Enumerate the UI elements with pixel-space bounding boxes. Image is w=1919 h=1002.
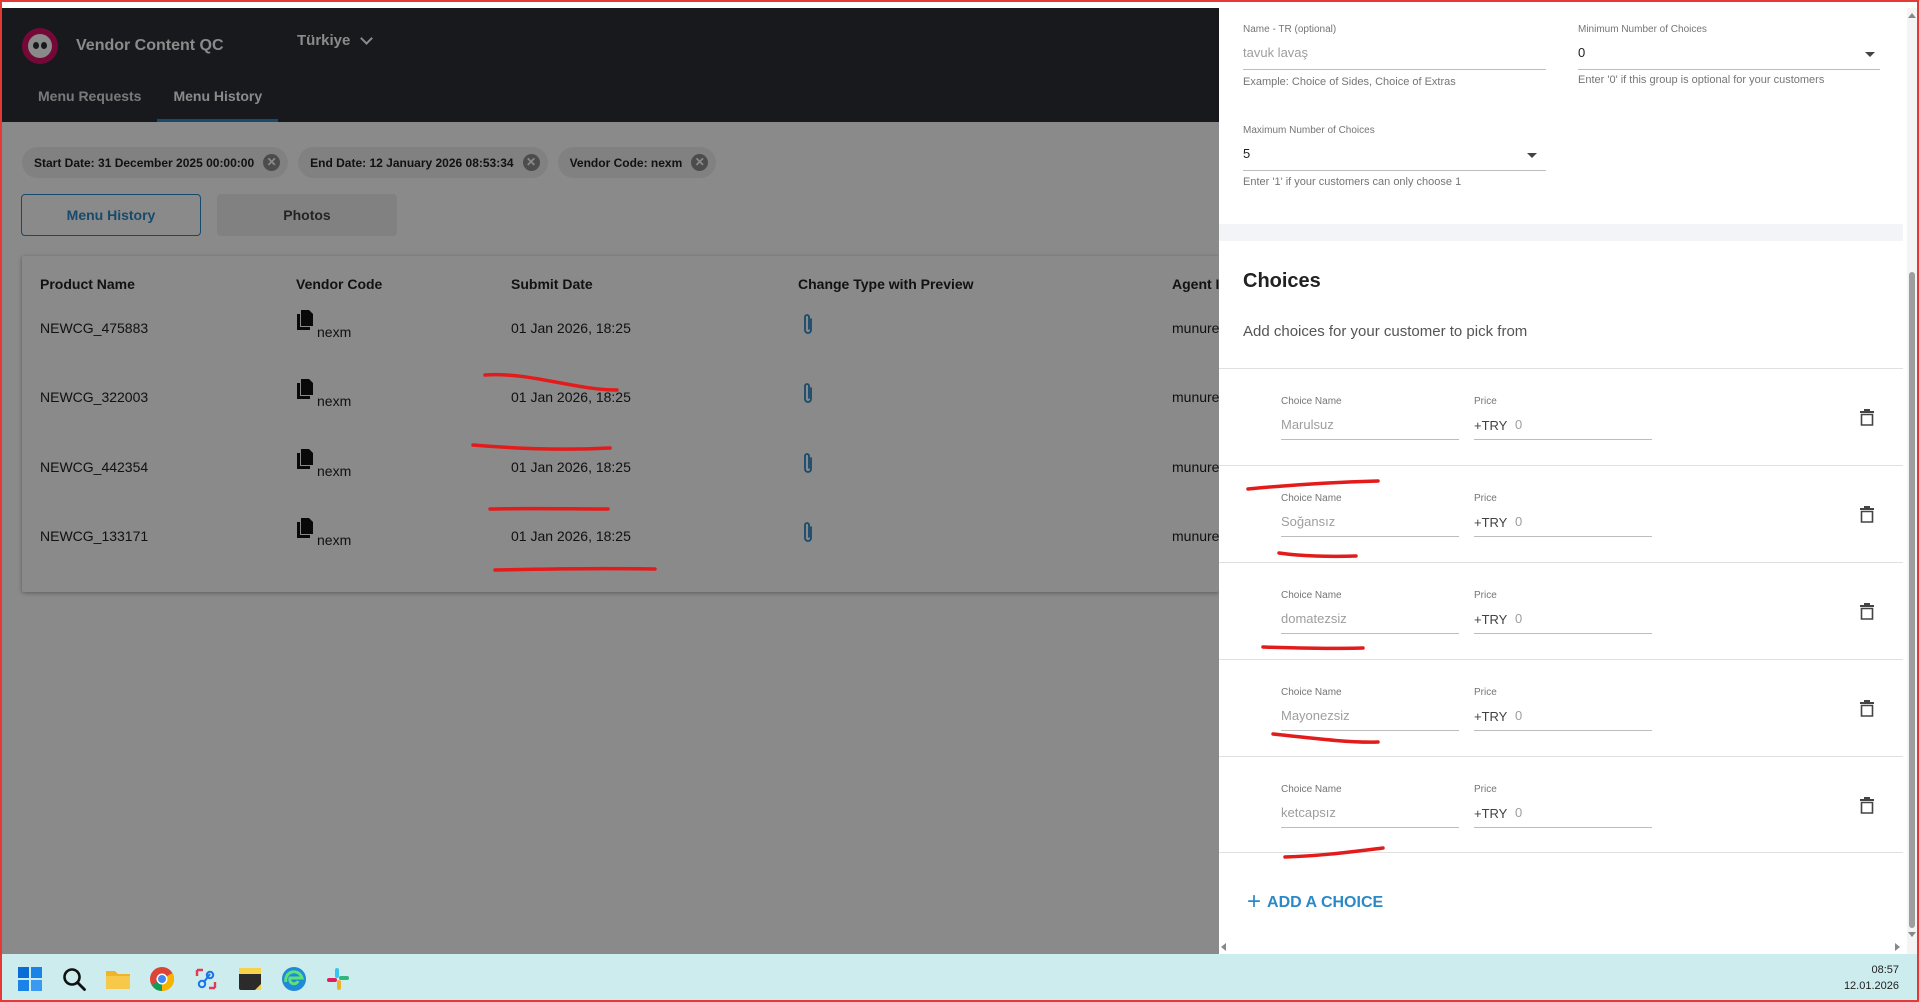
price-input[interactable]: 0 (1515, 708, 1522, 723)
system-clock[interactable]: 08:57 12.01.2026 (1844, 962, 1899, 994)
choice-name-label: Choice Name (1281, 493, 1342, 504)
name-tr-label: Name - TR (optional) (1243, 24, 1337, 35)
choice-name-input[interactable]: Mayonezsiz (1281, 708, 1350, 723)
choice-row: Choice Name Mayonezsiz Price +TRY 0 (1219, 659, 1903, 756)
price-underline (1474, 439, 1652, 440)
choice-name-input[interactable]: Soğansız (1281, 514, 1335, 529)
delete-icon[interactable] (1859, 408, 1875, 426)
choice-name-input[interactable]: Marulsuz (1281, 417, 1334, 432)
delete-icon[interactable] (1859, 796, 1875, 814)
currency-prefix: +TRY (1474, 612, 1508, 627)
slack-icon[interactable] (325, 966, 351, 992)
choice-name-label: Choice Name (1281, 784, 1342, 795)
choice-group-panel: Name - TR (optional) tavuk lavaş Example… (1219, 8, 1907, 954)
choice-name-underline (1281, 827, 1459, 828)
currency-prefix: +TRY (1474, 806, 1508, 821)
windows-start-icon[interactable] (17, 966, 43, 992)
price-label: Price (1474, 687, 1497, 698)
choice-name-underline (1281, 633, 1459, 634)
price-label: Price (1474, 590, 1497, 601)
currency-prefix: +TRY (1474, 418, 1508, 433)
max-choices-helper: Enter '1' if your customers can only cho… (1243, 176, 1462, 188)
dropdown-caret-icon[interactable] (1865, 52, 1875, 57)
price-input[interactable]: 0 (1515, 417, 1522, 432)
currency-prefix: +TRY (1474, 515, 1508, 530)
choice-name-underline (1281, 439, 1459, 440)
scroll-down-arrow-icon[interactable] (1908, 932, 1916, 937)
choice-row: Choice Name Soğansız Price +TRY 0 (1219, 465, 1903, 562)
price-underline (1474, 730, 1652, 731)
sticky-notes-icon[interactable] (237, 966, 263, 992)
choices-title: Choices (1243, 270, 1321, 292)
min-choices-select[interactable]: 0 (1578, 45, 1585, 60)
price-input[interactable]: 0 (1515, 805, 1522, 820)
file-explorer-icon[interactable] (105, 966, 131, 992)
scrollbar-thumb[interactable] (1909, 272, 1915, 928)
search-icon[interactable] (61, 966, 87, 992)
min-choices-underline (1578, 69, 1880, 70)
price-label: Price (1474, 493, 1497, 504)
modal-backdrop[interactable] (2, 8, 1219, 954)
price-label: Price (1474, 396, 1497, 407)
choice-name-underline (1281, 730, 1459, 731)
price-underline (1474, 633, 1652, 634)
choice-name-input[interactable]: domatezsiz (1281, 611, 1347, 626)
vertical-scrollbar[interactable] (1907, 8, 1917, 954)
delete-icon[interactable] (1859, 505, 1875, 523)
max-choices-select[interactable]: 5 (1243, 146, 1250, 161)
choice-name-underline (1281, 536, 1459, 537)
scroll-right-arrow-icon[interactable] (1895, 943, 1900, 951)
add-choice-label: ADD A CHOICE (1267, 894, 1384, 911)
price-underline (1474, 536, 1652, 537)
plus-icon: + (1247, 888, 1262, 915)
edge-icon[interactable] (281, 966, 307, 992)
clock-date: 12.01.2026 (1843, 980, 1899, 992)
choices-subtitle: Add choices for your customer to pick fr… (1243, 323, 1528, 340)
max-choices-label: Maximum Number of Choices (1243, 125, 1375, 136)
clock-time: 08:57 (1871, 964, 1899, 976)
currency-prefix: +TRY (1474, 709, 1508, 724)
scroll-left-arrow-icon[interactable] (1221, 943, 1226, 951)
choice-name-label: Choice Name (1281, 396, 1342, 407)
delete-icon[interactable] (1859, 602, 1875, 620)
delete-icon[interactable] (1859, 699, 1875, 717)
choice-name-label: Choice Name (1281, 687, 1342, 698)
choice-name-input[interactable]: ketcapsız (1281, 805, 1336, 820)
taskbar: 08:57 12.01.2026 (0, 954, 1919, 1002)
choice-row: Choice Name ketcapsız Price +TRY 0 (1219, 756, 1903, 853)
price-underline (1474, 827, 1652, 828)
choice-name-label: Choice Name (1281, 590, 1342, 601)
snipping-tool-icon[interactable] (193, 966, 219, 992)
scroll-up-arrow-icon[interactable] (1908, 13, 1916, 18)
add-choice-button[interactable]: + ADD A CHOICE (1247, 888, 1384, 915)
choice-row: Choice Name domatezsiz Price +TRY 0 (1219, 562, 1903, 659)
min-choices-label: Minimum Number of Choices (1578, 24, 1707, 35)
price-input[interactable]: 0 (1515, 514, 1522, 529)
max-choices-underline (1243, 170, 1546, 171)
choice-row: Choice Name Marulsuz Price +TRY 0 (1219, 368, 1903, 465)
name-tr-input[interactable]: tavuk lavaş (1243, 45, 1308, 60)
dropdown-caret-icon[interactable] (1527, 153, 1537, 158)
price-input[interactable]: 0 (1515, 611, 1522, 626)
horizontal-scrollbar[interactable] (1219, 941, 1907, 954)
name-tr-underline (1243, 69, 1546, 70)
chrome-icon[interactable] (149, 966, 175, 992)
section-divider (1219, 224, 1903, 241)
min-choices-helper: Enter '0' if this group is optional for … (1578, 74, 1825, 86)
name-tr-helper: Example: Choice of Sides, Choice of Extr… (1243, 76, 1456, 88)
price-label: Price (1474, 784, 1497, 795)
